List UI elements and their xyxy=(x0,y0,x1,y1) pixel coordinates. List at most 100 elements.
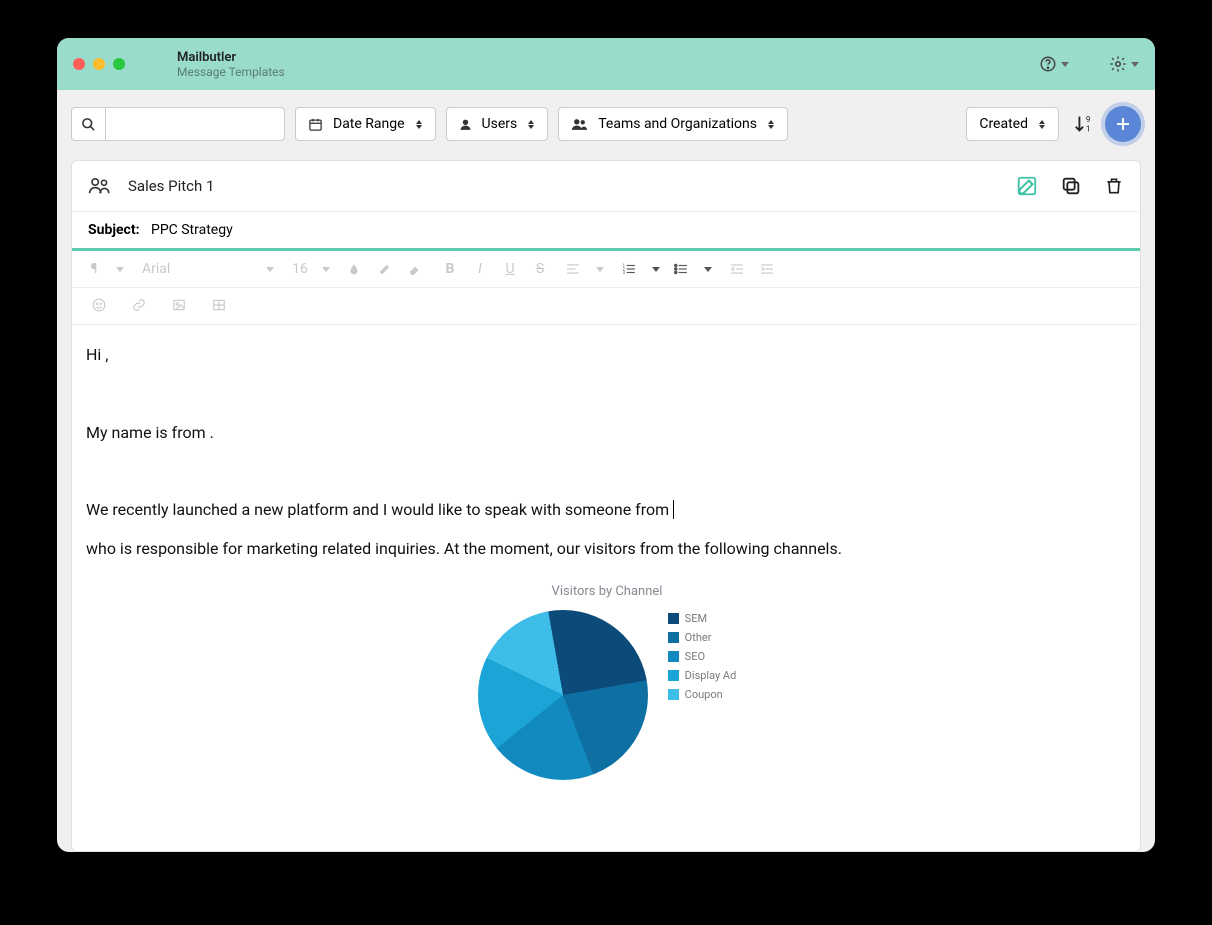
legend-label: SEO xyxy=(685,648,705,665)
emoji-button[interactable] xyxy=(92,298,108,312)
legend-label: Other xyxy=(685,629,712,646)
users-label: Users xyxy=(482,116,518,132)
table-button[interactable] xyxy=(212,298,228,312)
search-button[interactable] xyxy=(71,107,105,141)
dropdown-icon xyxy=(596,267,604,272)
highlight-button[interactable] xyxy=(378,262,394,276)
legend-swatch xyxy=(668,613,679,624)
minimize-window-button[interactable] xyxy=(93,58,105,70)
sort-caret-icon xyxy=(1038,120,1046,129)
legend-swatch xyxy=(668,632,679,643)
ol-icon: 123 xyxy=(622,263,636,275)
copy-icon xyxy=(1060,175,1082,197)
legend-item: Coupon xyxy=(668,686,737,703)
font-size-select[interactable]: 16 xyxy=(292,261,308,277)
ordered-list-button[interactable]: 123 xyxy=(622,263,638,275)
users-filter[interactable]: Users xyxy=(446,107,549,141)
dropdown-icon xyxy=(116,267,124,272)
indent-decrease-button[interactable] xyxy=(730,263,746,275)
delete-button[interactable] xyxy=(1104,175,1124,197)
date-range-filter[interactable]: Date Range xyxy=(295,107,436,141)
svg-text:1: 1 xyxy=(1086,124,1091,134)
pie-chart xyxy=(478,610,648,780)
unordered-list-button[interactable] xyxy=(674,263,690,275)
align-button[interactable] xyxy=(566,263,582,275)
italic-button[interactable]: I xyxy=(472,261,488,277)
app-subtitle: Message Templates xyxy=(177,65,285,79)
image-icon xyxy=(172,298,186,312)
body-paragraph: My name is from . xyxy=(86,421,1128,446)
legend-swatch xyxy=(668,651,679,662)
paragraph-style-button[interactable]: ¶ xyxy=(86,261,102,277)
bold-button[interactable]: B xyxy=(442,261,458,277)
emoji-icon xyxy=(92,298,106,312)
indent-icon xyxy=(760,263,774,275)
editor-toolbar-secondary xyxy=(72,288,1140,325)
highlighter-icon xyxy=(378,262,392,276)
legend-item: SEO xyxy=(668,648,737,665)
clear-format-button[interactable] xyxy=(408,262,424,276)
help-menu[interactable] xyxy=(1039,55,1069,73)
underline-button[interactable]: U xyxy=(502,261,518,277)
link-icon xyxy=(132,298,146,312)
text-cursor xyxy=(669,500,674,519)
traffic-lights xyxy=(73,58,125,70)
user-icon xyxy=(459,118,472,131)
duplicate-button[interactable] xyxy=(1060,175,1082,197)
sort-caret-icon xyxy=(527,120,535,129)
team-icon xyxy=(571,118,588,131)
sort-direction-button[interactable]: 9 1 xyxy=(1073,113,1095,135)
font-color-button[interactable] xyxy=(348,262,364,276)
svg-text:3: 3 xyxy=(623,270,626,275)
drop-icon xyxy=(348,262,360,276)
outdent-icon xyxy=(730,263,744,275)
legend-swatch xyxy=(668,689,679,700)
sort-select[interactable]: Created xyxy=(966,107,1059,141)
link-button[interactable] xyxy=(132,298,148,312)
legend-item: Display Ad xyxy=(668,667,737,684)
sort-desc-icon: 9 1 xyxy=(1073,113,1095,135)
legend-label: SEM xyxy=(685,610,707,627)
legend-label: Coupon xyxy=(685,686,723,703)
chevron-down-icon xyxy=(1131,62,1139,67)
align-icon xyxy=(566,263,580,275)
add-template-button[interactable] xyxy=(1105,106,1141,142)
indent-increase-button[interactable] xyxy=(760,263,776,275)
subject-label: Subject: xyxy=(88,222,140,238)
dropdown-icon xyxy=(322,267,330,272)
template-card: Sales Pitch 1 Subject: PPC Strategy ¶ xyxy=(71,160,1141,852)
close-window-button[interactable] xyxy=(73,58,85,70)
chart-legend: SEM Other SEO Display Ad Coupon xyxy=(668,610,737,705)
titlebar: Mailbutler Message Templates xyxy=(57,38,1155,90)
sort-caret-icon xyxy=(415,120,423,129)
dropdown-icon xyxy=(704,267,712,272)
strike-button[interactable]: S xyxy=(532,261,548,277)
share-team-icon xyxy=(88,176,112,196)
template-header: Sales Pitch 1 xyxy=(72,161,1140,212)
maximize-window-button[interactable] xyxy=(113,58,125,70)
chart: Visitors by Channel SEMOtherSEODisplay A… xyxy=(86,582,1128,780)
body-paragraph: Hi , xyxy=(86,343,1128,368)
font-family-select[interactable]: Arial xyxy=(142,261,252,277)
subject-row: Subject: PPC Strategy xyxy=(72,212,1140,251)
image-button[interactable] xyxy=(172,298,188,312)
subject-value: PPC Strategy xyxy=(151,222,233,238)
search-input[interactable] xyxy=(105,107,285,141)
editor-toolbar: ¶ Arial 16 xyxy=(72,251,1140,288)
legend-item: Other xyxy=(668,629,737,646)
sort-label: Created xyxy=(979,116,1028,132)
legend-label: Display Ad xyxy=(685,667,737,684)
legend-item: SEM xyxy=(668,610,737,627)
search-icon xyxy=(81,117,96,132)
edit-button[interactable] xyxy=(1016,175,1038,197)
calendar-icon xyxy=(308,117,323,132)
settings-menu[interactable] xyxy=(1109,55,1139,73)
legend-swatch xyxy=(668,670,679,681)
body-paragraph: who is responsible for marketing related… xyxy=(86,537,1128,562)
chevron-down-icon xyxy=(1061,62,1069,67)
editor-body[interactable]: Hi , My name is from . We recently launc… xyxy=(72,325,1140,851)
table-icon xyxy=(212,298,226,312)
trash-icon xyxy=(1104,175,1124,197)
teams-filter[interactable]: Teams and Organizations xyxy=(558,107,788,141)
date-range-label: Date Range xyxy=(333,116,405,132)
